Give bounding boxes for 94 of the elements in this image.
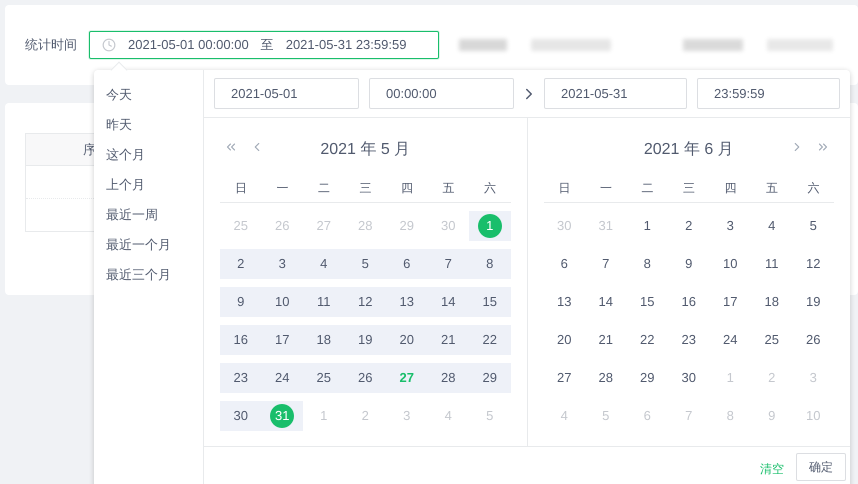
day-cell[interactable]: 8 [469, 249, 510, 279]
day-cell[interactable]: 23 [220, 363, 262, 393]
day-cell[interactable]: 15 [626, 287, 668, 317]
day-cell[interactable]: 29 [469, 363, 510, 393]
day-cell[interactable]: 16 [668, 287, 710, 317]
blurred-block [683, 39, 743, 51]
day-cell[interactable]: 5 [344, 249, 386, 279]
day-cell[interactable]: 28 [585, 363, 626, 393]
weekday-label: 二 [316, 180, 331, 197]
day-cell[interactable]: 10 [710, 249, 751, 279]
day-cell[interactable]: 23 [668, 325, 710, 355]
day-cell[interactable]: 26 [792, 325, 834, 355]
day-cell[interactable]: 11 [303, 287, 344, 317]
day-cell[interactable]: 22 [626, 325, 668, 355]
day-cell[interactable]: 19 [792, 287, 834, 317]
day-cell[interactable]: 7 [585, 249, 626, 279]
day-cell[interactable]: 11 [751, 249, 792, 279]
shortcut-item[interactable]: 最近一个月 [94, 230, 203, 260]
day-cell[interactable]: 6 [386, 249, 428, 279]
day-cell[interactable]: 8 [626, 249, 668, 279]
shortcut-item[interactable]: 最近一周 [94, 200, 203, 230]
day-cell[interactable]: 6 [544, 249, 585, 279]
weekday-label: 四 [400, 180, 414, 197]
day-cell[interactable]: 30 [220, 401, 262, 431]
weekday-label: 一 [598, 180, 613, 197]
weekday-label: 一 [275, 180, 290, 197]
weekday-label: 二 [640, 180, 654, 197]
clock-icon [102, 38, 116, 52]
day-cell[interactable]: 14 [428, 287, 469, 317]
field-label: 统计时间 [25, 36, 77, 54]
start-datetime: 2021-05-01 00:00:00 [128, 36, 249, 54]
day-cell[interactable]: 19 [344, 325, 386, 355]
day-cell[interactable]: 27 [544, 363, 585, 393]
weekday-label: 日 [557, 180, 572, 197]
day-cell[interactable]: 18 [751, 287, 792, 317]
day-cell[interactable]: 3 [710, 211, 751, 241]
day-cell[interactable]: 12 [792, 249, 834, 279]
date-range-field[interactable]: 2021-05-01 00:00:00 至 2021-05-31 23:59:59 [89, 31, 439, 59]
day-cell[interactable]: 15 [469, 287, 510, 317]
day-cell[interactable]: 10 [262, 287, 303, 317]
day-cell[interactable]: 24 [262, 363, 303, 393]
blurred-block [459, 39, 507, 51]
day-cell[interactable]: 20 [386, 325, 428, 355]
day-cell[interactable]: 2 [220, 249, 262, 279]
month-title: 2021 年 6 月 [644, 140, 734, 160]
day-cell[interactable]: 21 [428, 325, 469, 355]
weekday-label: 六 [482, 180, 497, 197]
day-cell[interactable]: 25 [751, 325, 792, 355]
day-cell[interactable]: 25 [303, 363, 344, 393]
day-cell[interactable]: 9 [220, 287, 262, 317]
day-cell[interactable]: 9 [668, 249, 710, 279]
day-cell[interactable]: 26 [344, 363, 386, 393]
day-cell[interactable]: 29 [626, 363, 668, 393]
weekday-label: 三 [358, 180, 372, 197]
start-date-field[interactable]: 2021-05-01 [214, 78, 359, 109]
day-cell[interactable]: 28 [428, 363, 469, 393]
confirm-button[interactable]: 确定 [796, 453, 846, 481]
day-cell[interactable]: 5 [792, 211, 834, 241]
day-cell[interactable]: 4 [303, 249, 344, 279]
day-cell[interactable]: 2 [668, 211, 710, 241]
day-cell[interactable]: 1 [626, 211, 668, 241]
day-cell[interactable]: 12 [344, 287, 386, 317]
weekday-label: 日 [234, 180, 248, 197]
weekday-label: 六 [806, 180, 820, 197]
end-date-field[interactable]: 2021-05-31 [544, 78, 687, 109]
end-datetime: 2021-05-31 23:59:59 [286, 36, 406, 54]
day-cell[interactable]: 17 [710, 287, 751, 317]
end-time-field[interactable]: 23:59:59 [697, 78, 840, 109]
day-cell[interactable]: 21 [585, 325, 626, 355]
weekday-label: 三 [682, 180, 696, 197]
day-cell[interactable]: 13 [386, 287, 428, 317]
start-time-field[interactable]: 00:00:00 [369, 78, 514, 109]
day-cell[interactable]: 24 [710, 325, 751, 355]
day-cell[interactable]: 4 [751, 211, 792, 241]
day-cell[interactable]: 20 [544, 325, 585, 355]
shortcut-item[interactable]: 最近三个月 [94, 260, 203, 290]
day-cell[interactable]: 30 [668, 363, 710, 393]
day-cell[interactable]: 16 [220, 325, 262, 355]
day-cell[interactable]: 14 [585, 287, 626, 317]
day-cell[interactable]: 3 [262, 249, 303, 279]
weekday-label: 五 [764, 180, 779, 197]
weekday-label: 四 [723, 180, 738, 197]
day-cell[interactable]: 22 [469, 325, 510, 355]
day-cell[interactable]: 17 [262, 325, 303, 355]
range-separator: 至 [260, 36, 274, 54]
shortcut-item[interactable]: 上个月 [94, 170, 203, 200]
month-title: 2021 年 5 月 [320, 140, 410, 160]
weekday-label: 五 [441, 180, 456, 197]
shortcut-item[interactable]: 昨天 [94, 110, 203, 140]
day-cell[interactable]: 7 [428, 249, 469, 279]
day-cell[interactable]: 18 [303, 325, 344, 355]
day-cell[interactable]: 13 [544, 287, 585, 317]
shortcut-item[interactable]: 今天 [94, 80, 203, 110]
shortcut-item[interactable]: 这个月 [94, 140, 203, 170]
